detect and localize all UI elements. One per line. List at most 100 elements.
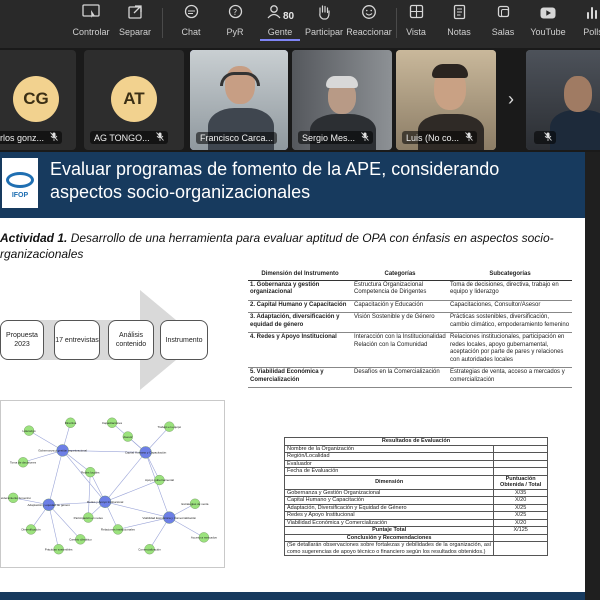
control-icon <box>72 4 110 26</box>
table-header: Dimensión <box>283 474 495 490</box>
network-node-label: Estrategias de venta <box>182 502 209 506</box>
person-hair <box>432 64 468 78</box>
rooms-button[interactable]: Salas <box>488 4 518 44</box>
table-cell <box>493 459 548 468</box>
network-node-label: Cambio climático <box>69 538 92 542</box>
participant-video-tile[interactable] <box>526 50 600 150</box>
table-cell: Capital Humano y Capacitación <box>283 496 495 505</box>
conclusion-title: Conclusión y Recomendaciones <box>283 533 495 542</box>
popout-button[interactable]: Separar <box>116 4 154 44</box>
network-node-label: Liderazgo <box>23 429 36 433</box>
polls-button[interactable]: Polls <box>578 4 600 44</box>
network-node-label: Asesor <box>123 435 132 439</box>
network-node-label: Comercialización <box>138 547 161 551</box>
network-node-label: Toma de decisiones <box>10 460 37 464</box>
network-node-label: Acceso a mercados <box>191 536 217 540</box>
mic-muted-icon <box>361 132 369 143</box>
participant-name: rlos gonz... <box>0 133 45 143</box>
process-step: Instrumento <box>160 320 208 360</box>
table-header: Categorías <box>352 270 448 281</box>
network-node-label: Prácticas sostenibles <box>45 547 73 551</box>
network-node-label: Adaptación y equidad de género <box>28 503 71 507</box>
instrument-table: Dimensión del Instrumento Categorías Sub… <box>248 270 572 388</box>
qa-icon: ? <box>218 4 252 26</box>
network-node-label: Capital Humano y Capacitación <box>125 451 167 455</box>
table-cell: Fecha de Evaluación <box>283 467 495 476</box>
participant-tile[interactable]: AT AG TONGO... <box>84 50 184 150</box>
participant-name-tag: AG TONGO... <box>90 131 168 144</box>
evaluation-title: Resultados de Evaluación <box>284 437 548 446</box>
table-cell: 2. Capital Humano y Capacitación <box>248 300 352 313</box>
network-edge <box>62 450 106 502</box>
table-cell <box>493 541 548 556</box>
network-edge <box>48 450 63 505</box>
network-edge <box>48 504 59 550</box>
table-cell: Estrategias de venta, acceso a mercados … <box>448 367 572 388</box>
chat-button[interactable]: Chat <box>174 4 208 44</box>
network-node-label: Viabilidad Económica y Comercialización <box>142 516 196 520</box>
control-button[interactable]: Controlar <box>72 4 110 44</box>
table-cell: Capacitación y Educación <box>352 300 448 313</box>
rooms-icon <box>488 4 518 26</box>
person-silhouette <box>550 110 600 150</box>
meeting-toolbar: Controlar Separar Chat ? PyR 80 Gente Pa… <box>0 0 600 48</box>
qa-button[interactable]: ? PyR <box>218 4 252 44</box>
react-button[interactable]: Reaccionar <box>346 4 392 44</box>
table-header: Dimensión del Instrumento <box>248 270 352 281</box>
view-button[interactable]: Vista <box>402 4 430 44</box>
headphones-icon <box>220 72 260 86</box>
table-cell: Evaluador <box>283 459 495 468</box>
notes-button[interactable]: Notas <box>444 4 474 44</box>
table-row: 2. Capital Humano y Capacitación Capacit… <box>248 300 572 313</box>
table-row: 3. Adaptación, diversificación y equidad… <box>248 312 572 333</box>
participant-video-tile[interactable]: Luis (No co... <box>396 50 496 150</box>
network-diagram: Gobernanza y gestión organizacional Capit… <box>0 400 225 568</box>
network-edge <box>104 452 146 502</box>
toolbar-divider <box>396 8 397 38</box>
table-cell: 4. Redes y Apoyo Institucional <box>248 332 352 368</box>
table-cell: X/25 <box>493 511 548 520</box>
process-step: 17 entrevistas <box>54 320 100 360</box>
mic-muted-icon <box>465 132 473 143</box>
network-node-label: Capacitaciones <box>102 421 123 425</box>
network-edge <box>87 472 91 518</box>
table-header: Subcategorías <box>448 270 572 281</box>
participant-tile[interactable]: CG rlos gonz... <box>0 50 76 150</box>
slide-title-line: aspectos socio-organizacionales <box>50 182 311 202</box>
network-node-label: Diversificación <box>21 528 40 532</box>
network-node-label: Participación en redes <box>74 516 104 520</box>
person-face <box>564 76 592 112</box>
participant-name-tag: Sergio Mes... <box>298 131 374 144</box>
raise-hand-label: Participar <box>304 27 343 37</box>
table-cell: Prácticas sostenibles, diversificación, … <box>448 312 572 333</box>
table-cell: Redes y Apoyo Institucional <box>283 511 495 520</box>
shared-slide: IFOP Evaluar programas de fomento de la … <box>0 152 585 600</box>
activity-label: Actividad 1. <box>0 231 68 245</box>
people-button[interactable]: 80 Gente <box>260 4 300 44</box>
participant-video-tile[interactable]: Francisco Carca... <box>190 50 288 150</box>
activity-text: Actividad 1. Desarrollo de una herramien… <box>0 230 585 262</box>
participant-name: Luis (No co... <box>406 133 460 143</box>
table-row: 1. Gobernanza y gestión organizacional E… <box>248 280 572 301</box>
participant-strip: CG rlos gonz... AT AG TONGO... Francisco… <box>0 48 600 152</box>
chevron-right-icon[interactable]: › <box>503 88 519 110</box>
raise-hand-button[interactable]: Participar <box>304 4 344 44</box>
notes-label: Notas <box>447 27 471 37</box>
table-cell: 3. Adaptación, diversificación y equidad… <box>248 312 352 333</box>
table-cell: Región/Localidad <box>283 452 495 461</box>
participant-video-tile[interactable]: Sergio Mes... <box>292 50 392 150</box>
slide-footer-bar <box>0 592 585 600</box>
youtube-button[interactable]: YouTube <box>528 4 568 44</box>
table-cell: Desafíos en la Comercialización <box>352 367 448 388</box>
people-count: 80 <box>282 11 295 22</box>
react-label: Reaccionar <box>346 27 392 37</box>
table-cell: Visión Sostenible y de Género <box>352 312 448 333</box>
chat-icon <box>174 4 208 26</box>
network-node-label: Apoyo gubernamental <box>145 478 174 482</box>
participant-name-tag <box>534 131 556 144</box>
evaluation-table: Resultados de Evaluación Nombre de la Or… <box>283 437 548 556</box>
table-cell: Capacitaciones, Consultor/Asesor <box>448 300 572 313</box>
participant-name: Sergio Mes... <box>302 133 356 143</box>
table-cell <box>493 467 548 476</box>
notes-icon <box>444 4 474 26</box>
